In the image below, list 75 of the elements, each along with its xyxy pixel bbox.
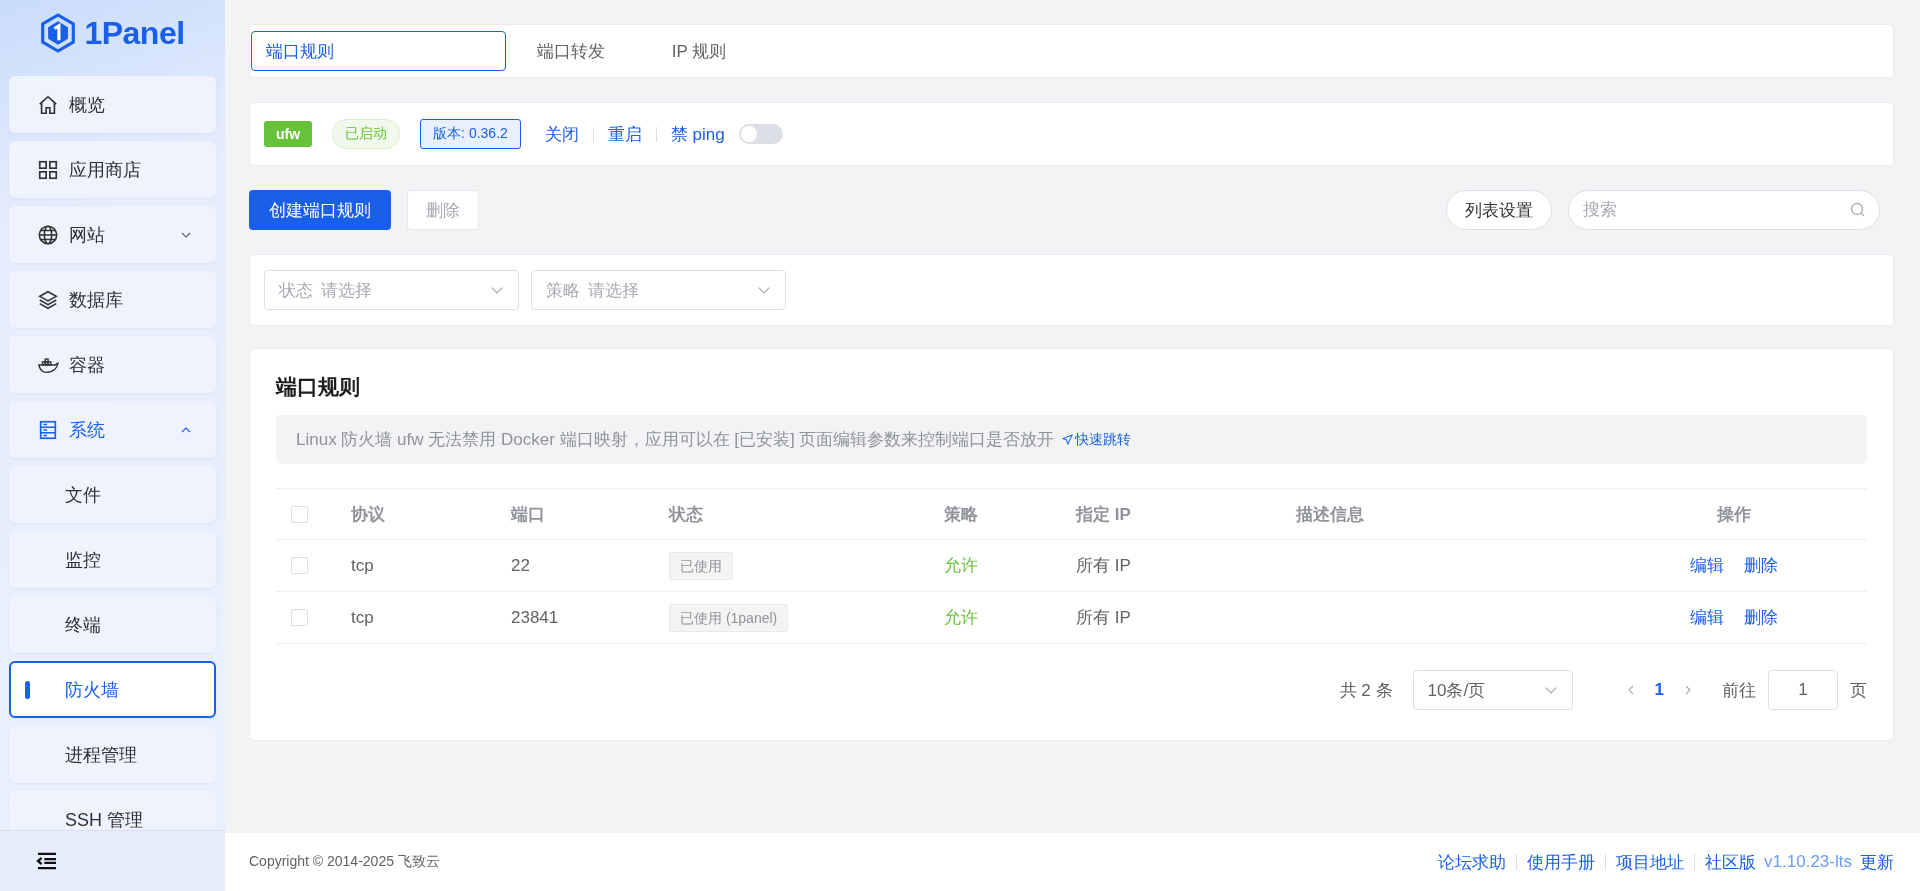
tab[interactable]: IP 规则 — [636, 25, 762, 77]
search-icon — [1850, 202, 1866, 218]
strategy-cell-text: 允许 — [943, 555, 979, 577]
total-count: 共 2 条 — [1339, 679, 1393, 702]
sidebar-item[interactable]: 容器 — [9, 336, 216, 393]
row-checkbox[interactable] — [291, 557, 308, 574]
version-tag: 版本: 0.36.2 — [420, 119, 521, 149]
send-icon — [1062, 434, 1074, 445]
strategy-cell-text: 允许 — [943, 607, 979, 629]
row-action-link[interactable]: 删除 — [1744, 556, 1778, 575]
page-number[interactable]: 1 — [1654, 680, 1664, 700]
select-all-checkbox[interactable] — [291, 505, 308, 523]
sidebar-item[interactable]: 系统 — [9, 401, 216, 458]
update-link[interactable]: 更新 — [1860, 850, 1894, 874]
action-link[interactable]: 重启 — [607, 122, 642, 146]
table-cell-text: 所有 IP — [1075, 555, 1132, 577]
version-text: v1.10.23-lts — [1764, 852, 1852, 872]
table-cell-text: 23841 — [510, 607, 560, 628]
sidebar-subitem[interactable]: 监控 — [9, 531, 216, 588]
column-header: 端口 — [509, 503, 546, 526]
sidebar-subitem[interactable]: 文件 — [9, 466, 216, 523]
layers-icon — [37, 288, 59, 311]
page-suffix: 页 — [1850, 679, 1867, 702]
copyright-text: Copyright © 2014-2025 飞致云 — [249, 853, 440, 871]
section-title: 端口规则 — [276, 374, 361, 400]
sidebar-item[interactable]: 概览 — [9, 76, 216, 133]
firewall-tag: ufw — [264, 121, 313, 147]
footer-link[interactable]: 社区版 — [1705, 850, 1757, 874]
row-action-link[interactable]: 编辑 — [1690, 608, 1724, 627]
tab[interactable]: 端口规则 — [251, 31, 506, 71]
globe-icon — [37, 223, 59, 246]
row-checkbox[interactable] — [291, 609, 308, 626]
home-icon — [37, 93, 59, 116]
table-cell-text: 所有 IP — [1075, 607, 1132, 629]
ping-label: 禁 ping — [670, 123, 725, 146]
list-settings-button[interactable]: 列表设置 — [1446, 190, 1552, 230]
sidebar-subitem[interactable]: SSH 管理 — [9, 791, 216, 830]
status-tag: 已使用 (1panel) — [669, 603, 789, 632]
sidebar-subitem[interactable]: 进程管理 — [9, 726, 216, 783]
table-cell-text: tcp — [350, 607, 375, 628]
ping-switch[interactable] — [738, 124, 783, 144]
row-action-link[interactable]: 编辑 — [1690, 556, 1724, 575]
page-input[interactable]: 1 — [1768, 670, 1838, 710]
sidebar-item[interactable]: 应用商店 — [9, 141, 216, 198]
create-button[interactable]: 创建端口规则 — [249, 190, 391, 230]
column-header: 协议 — [350, 503, 386, 526]
jump-link[interactable]: 快速跳转 — [1062, 430, 1132, 449]
menu-fold-icon[interactable] — [36, 852, 58, 870]
sidebar-subitem[interactable]: 防火墙 — [9, 661, 216, 718]
logo-icon — [40, 13, 77, 53]
status-tag: 已启动 — [332, 119, 401, 149]
status-tag: 已使用 — [669, 551, 733, 580]
goto-label: 前往 — [1722, 679, 1756, 702]
column-header: 策略 — [943, 503, 979, 526]
sidebar-item[interactable]: 数据库 — [9, 271, 216, 328]
sidebar-item[interactable]: 网站 — [9, 206, 216, 263]
grid-icon — [37, 158, 59, 181]
notice-text: Linux 防火墙 ufw 无法禁用 Docker 端口映射，应用可以在 [已安装] 页面编辑参数来控制端口是否放开 — [296, 429, 1055, 451]
server-icon — [37, 418, 59, 441]
page-size-select[interactable]: 10条/页 — [1412, 670, 1573, 710]
footer-link[interactable]: 项目地址 — [1616, 850, 1685, 874]
column-header: 描述信息 — [1294, 503, 1365, 526]
table-cell-text: 22 — [510, 555, 531, 576]
column-header: 操作 — [1715, 503, 1752, 526]
action-link[interactable]: 关闭 — [544, 122, 579, 146]
table-cell-text: tcp — [350, 555, 375, 576]
row-action-link[interactable]: 删除 — [1744, 608, 1778, 627]
sidebar-subitem[interactable]: 终端 — [9, 596, 216, 653]
tab[interactable]: 端口转发 — [508, 25, 634, 77]
column-header: 状态 — [667, 503, 704, 526]
logo-text: 1Panel — [84, 14, 185, 52]
column-header: 指定 IP — [1074, 503, 1132, 526]
footer-link[interactable]: 论坛求助 — [1438, 850, 1507, 874]
footer-link[interactable]: 使用手册 — [1527, 850, 1596, 874]
search-field[interactable]: 搜索 — [1568, 190, 1880, 230]
